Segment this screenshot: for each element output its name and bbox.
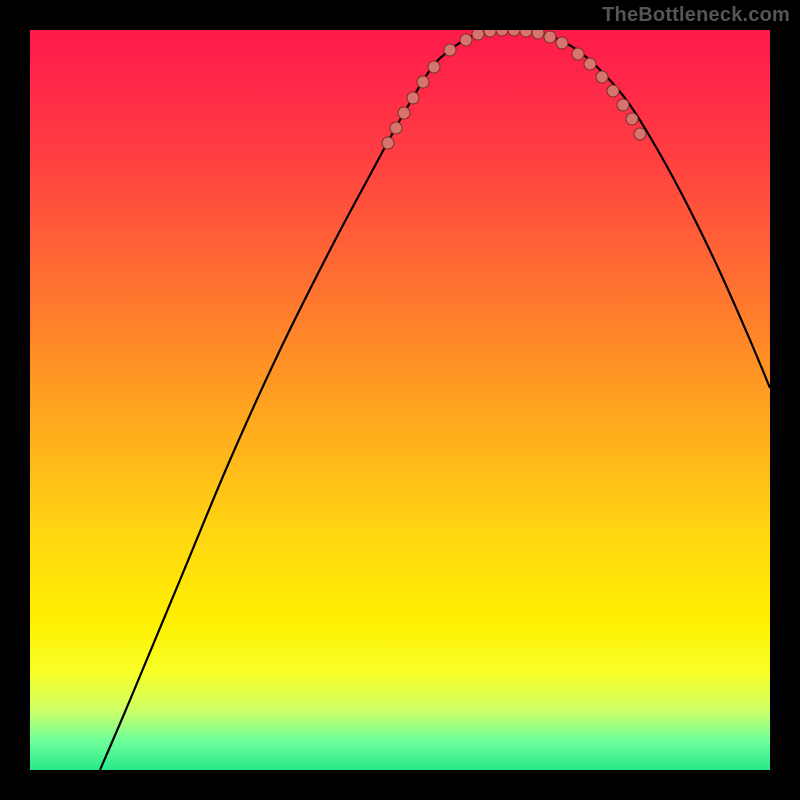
curve-marker bbox=[532, 30, 544, 39]
curve-marker bbox=[417, 76, 429, 88]
curve-marker bbox=[617, 99, 629, 111]
plot-area bbox=[30, 30, 770, 770]
watermark-text: TheBottleneck.com bbox=[602, 4, 790, 27]
curve-marker bbox=[607, 85, 619, 97]
curve-marker bbox=[556, 37, 568, 49]
curve-marker bbox=[508, 30, 520, 36]
curve-marker bbox=[444, 44, 456, 56]
curve-marker bbox=[398, 107, 410, 119]
curve-marker bbox=[520, 30, 532, 37]
curve-marker bbox=[460, 34, 472, 46]
curve-marker bbox=[544, 31, 556, 43]
chart-stage: TheBottleneck.com bbox=[0, 0, 800, 800]
curve-marker bbox=[390, 122, 402, 134]
curve-marker bbox=[584, 58, 596, 70]
curve-marker bbox=[428, 61, 440, 73]
curve-marker bbox=[572, 48, 584, 60]
curve-marker bbox=[596, 71, 608, 83]
curve-marker bbox=[382, 137, 394, 149]
bottleneck-curve bbox=[100, 30, 770, 770]
curve-marker bbox=[626, 113, 638, 125]
curve-markers bbox=[382, 30, 646, 149]
curve-marker bbox=[472, 30, 484, 40]
curve-svg bbox=[30, 30, 770, 770]
curve-marker bbox=[634, 128, 646, 140]
curve-marker bbox=[496, 30, 508, 36]
curve-marker bbox=[484, 30, 496, 37]
curve-marker bbox=[407, 92, 419, 104]
